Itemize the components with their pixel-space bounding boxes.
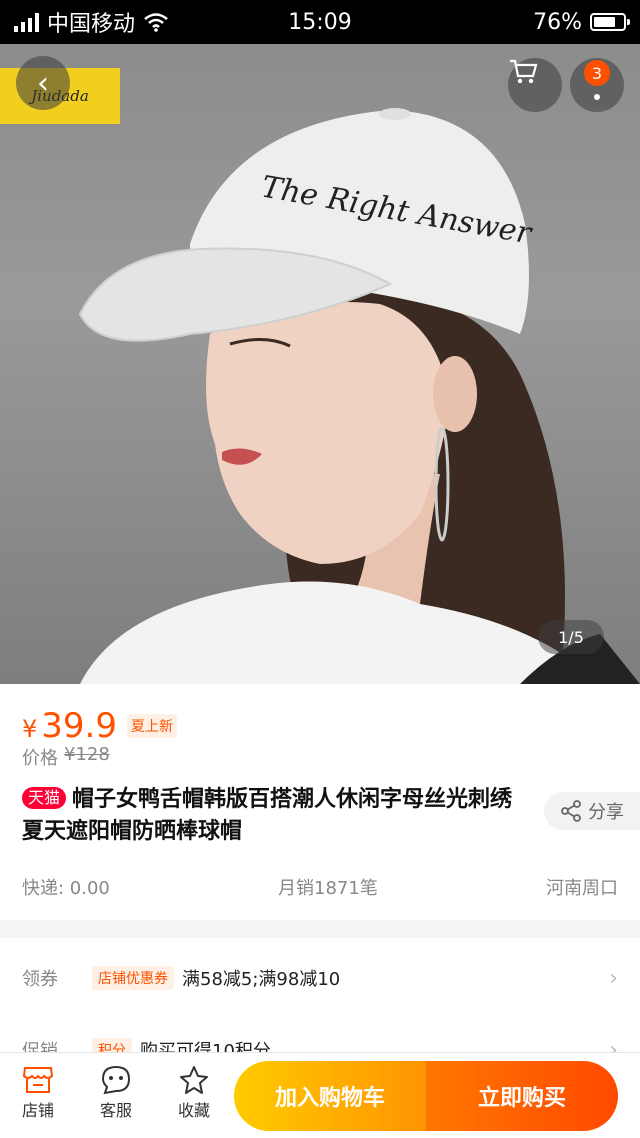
currency-symbol: ¥ <box>22 715 38 743</box>
status-bar: 中国移动 15:09 76% <box>0 0 640 44</box>
gallery-page-indicator: 1/5 <box>538 620 604 654</box>
store-label: 店铺 <box>21 1101 54 1120</box>
cart-button[interactable] <box>508 58 562 112</box>
coupon-section: 领券 店铺优惠券 满58减5;满98减10 › 促销 积分 购买可得10积分 › <box>0 938 640 1063</box>
share-label: 分享 <box>588 802 624 823</box>
product-detail-screen: 中国移动 15:09 76% The Right Answer ‹ 3 1/5 … <box>0 0 640 1138</box>
original-price-label: 价格 <box>22 748 58 769</box>
current-price: 39.9 <box>41 706 117 746</box>
original-price-row: 价格 ¥128 <box>22 744 110 770</box>
store-icon <box>22 1067 54 1093</box>
carrier-name: 中国移动 <box>47 12 136 37</box>
product-image-gallery[interactable]: The Right Answer Jiudada ‹ 3 1/5 <box>0 44 640 684</box>
battery-percent: 76% <box>533 9 582 35</box>
product-meta-row: 快递: 0.00 月销1871笔 河南周口 <box>22 874 618 900</box>
cart-icon <box>510 59 538 84</box>
tmall-badge: 天猫 <box>22 787 67 809</box>
signal-icon <box>14 12 39 32</box>
coupon-label: 领券 <box>22 969 58 990</box>
star-icon <box>180 1066 208 1094</box>
more-dot-icon <box>594 94 600 100</box>
add-to-cart-button[interactable]: 加入购物车 <box>234 1061 426 1131</box>
product-photo: The Right Answer <box>78 108 640 684</box>
share-button[interactable]: 分享 <box>544 792 640 830</box>
chevron-right-icon: › <box>609 965 618 991</box>
store-coupon-tag: 店铺优惠券 <box>92 966 174 990</box>
customer-service-button[interactable]: 客服 <box>86 1063 146 1121</box>
chevron-left-icon: ‹ <box>37 65 49 101</box>
favorite-button[interactable]: 收藏 <box>164 1063 224 1121</box>
promo-tag: 夏上新 <box>126 714 177 738</box>
monthly-sales: 月销1871笔 <box>278 878 378 899</box>
product-title: 天猫 帽子女鸭舌帽韩版百搭潮人休闲字母丝光刺绣夏天遮阳帽防晒棒球帽 <box>22 784 532 848</box>
original-price: ¥128 <box>64 744 110 765</box>
favorite-label: 收藏 <box>177 1101 210 1120</box>
coupon-text: 满58减5;满98减10 <box>182 969 341 990</box>
service-label: 客服 <box>99 1101 132 1120</box>
share-icon <box>561 800 581 822</box>
store-button[interactable]: 店铺 <box>8 1063 68 1121</box>
back-button[interactable]: ‹ <box>16 56 70 110</box>
battery-icon <box>590 13 630 31</box>
ship-from-location: 河南周口 <box>546 878 618 899</box>
coupon-row[interactable]: 领券 店铺优惠券 满58减5;满98减10 › <box>22 958 618 998</box>
cart-count-badge: 3 <box>584 60 610 86</box>
product-info: ¥ 39.9 夏上新 价格 ¥128 天猫 帽子女鸭舌帽韩版百搭潮人休闲字母丝光刺… <box>0 684 640 920</box>
wifi-icon <box>144 13 168 32</box>
shipping-fee: 快递: 0.00 <box>22 878 110 899</box>
buy-now-button[interactable]: 立即购买 <box>426 1061 618 1131</box>
product-title-text: 帽子女鸭舌帽韩版百搭潮人休闲字母丝光刺绣夏天遮阳帽防晒棒球帽 <box>22 787 513 844</box>
chat-face-icon <box>101 1065 131 1095</box>
bottom-action-bar: 店铺 客服 收藏 加入购物车 立即购买 <box>0 1052 640 1138</box>
price-row: ¥ 39.9 夏上新 <box>22 706 177 746</box>
